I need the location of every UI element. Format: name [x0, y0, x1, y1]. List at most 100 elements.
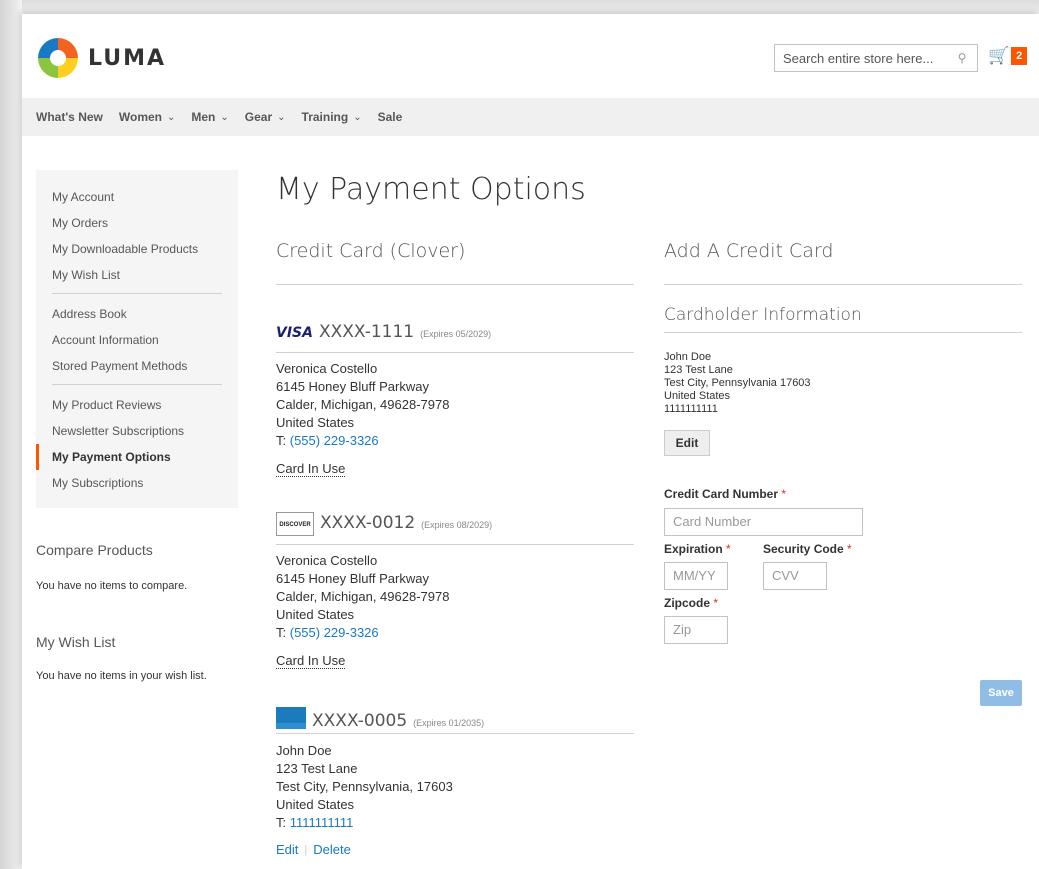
- card-in-use-label[interactable]: Card In Use: [276, 654, 346, 669]
- compare-products-title: Compare Products: [36, 542, 153, 558]
- account-nav-product-reviews[interactable]: My Product Reviews: [36, 392, 238, 418]
- compare-empty-text: You have no items to compare.: [36, 580, 188, 592]
- account-nav-newsletter[interactable]: Newsletter Subscriptions: [36, 418, 238, 444]
- address-phone-line: T: (555) 229-3326: [276, 432, 449, 450]
- cardholder-name: John Doe: [664, 351, 712, 363]
- window-frame-left: [0, 0, 22, 869]
- cardholder-phone: 1111111111: [664, 403, 718, 415]
- visa-logo-icon: VISA: [276, 325, 313, 341]
- store-logo[interactable]: LUMA: [38, 38, 166, 78]
- card-number-input[interactable]: Card Number: [664, 508, 863, 536]
- phone-prefix: T:: [276, 815, 290, 830]
- expiration-label: Expiration *: [664, 542, 731, 556]
- nav-item-sale[interactable]: Sale: [378, 110, 403, 124]
- search-placeholder: Search entire store here...: [783, 50, 934, 66]
- card-expiry: (Expires 08/2029): [421, 520, 493, 530]
- nav-item-label: Training: [301, 110, 349, 124]
- nav-item-training[interactable]: Training ⌄: [302, 110, 362, 124]
- cardholder-street: 123 Test Lane: [664, 364, 733, 376]
- account-nav-account-information[interactable]: Account Information: [36, 327, 238, 353]
- address-street: 6145 Honey Bluff Parkway: [276, 379, 429, 394]
- address-phone-line: T: 1111111111: [276, 814, 453, 832]
- action-separator: |: [304, 843, 308, 856]
- cardholder-address: John Doe 123 Test Lane Test City, Pennsy…: [664, 351, 811, 416]
- nav-divider: [52, 293, 222, 294]
- nav-item-gear[interactable]: Gear ⌄: [245, 110, 286, 124]
- divider: [276, 544, 634, 545]
- card-number: XXXX-1111: [318, 322, 415, 342]
- chevron-down-icon: ⌄: [353, 111, 362, 123]
- cart-count-badge: 2: [1011, 47, 1028, 65]
- address-phone-line: T: (555) 229-3326: [276, 624, 449, 642]
- cardholder-title: Cardholder Information: [664, 305, 862, 325]
- account-nav-subscriptions[interactable]: My Subscriptions: [36, 470, 238, 496]
- billing-address: Veronica Costello 6145 Honey Bluff Parkw…: [276, 360, 449, 450]
- minicart[interactable]: 🛒 2: [988, 46, 1028, 66]
- address-name: John Doe: [276, 743, 332, 758]
- search-input[interactable]: Search entire store here... ⚲: [774, 44, 978, 72]
- luma-logo-icon: [38, 38, 78, 78]
- card-header: XXXX-0005 (Expires 01/2035): [276, 704, 484, 731]
- address-country: United States: [276, 797, 355, 812]
- page-title: My Payment Options: [276, 172, 586, 207]
- divider: [664, 284, 1022, 285]
- logo-text: LUMA: [88, 45, 167, 71]
- account-nav-payment-options[interactable]: My Payment Options: [36, 444, 238, 470]
- divider: [276, 284, 634, 285]
- account-nav-downloadable-products[interactable]: My Downloadable Products: [36, 236, 238, 262]
- account-navigation: My Account My Orders My Downloadable Pro…: [36, 170, 238, 508]
- delete-card-link[interactable]: Delete: [313, 842, 351, 857]
- nav-item-men[interactable]: Men ⌄: [191, 110, 228, 124]
- card-expiry: (Expires 05/2029): [420, 329, 492, 339]
- nav-item-label: What's New: [36, 110, 103, 124]
- phone-link[interactable]: (555) 229-3326: [290, 625, 379, 640]
- address-city: Calder, Michigan, 49628-7978: [276, 589, 450, 604]
- address-street: 123 Test Lane: [276, 761, 358, 776]
- discover-logo-icon: DISCOVER: [276, 512, 314, 536]
- billing-address: John Doe 123 Test Lane Test City, Pennsy…: [276, 742, 453, 832]
- nav-item-label: Gear: [244, 110, 273, 124]
- nav-item-women[interactable]: Women ⌄: [119, 110, 176, 124]
- cardholder-country: United States: [664, 390, 731, 402]
- search-icon[interactable]: ⚲: [955, 51, 969, 65]
- security-code-input[interactable]: CVV: [763, 562, 827, 590]
- account-nav-wish-list[interactable]: My Wish List: [36, 262, 238, 288]
- account-nav-stored-payment-methods[interactable]: Stored Payment Methods: [36, 353, 238, 379]
- account-nav-address-book[interactable]: Address Book: [36, 301, 238, 327]
- card-expiry: (Expires 01/2035): [413, 718, 485, 728]
- cart-icon[interactable]: 🛒: [988, 46, 1009, 66]
- phone-link[interactable]: (555) 229-3326: [290, 433, 379, 448]
- card-number: XXXX-0005: [312, 711, 408, 731]
- card-number-label: Credit Card Number *: [664, 487, 787, 501]
- address-city: Calder, Michigan, 49628-7978: [276, 397, 450, 412]
- save-card-button[interactable]: Save: [980, 680, 1022, 706]
- card-number: XXXX-0012: [320, 513, 416, 533]
- security-code-label: Security Code *: [763, 542, 852, 556]
- card-actions: Edit | Delete: [276, 842, 351, 857]
- nav-item-whats-new[interactable]: What's New: [36, 110, 103, 124]
- divider: [276, 733, 634, 734]
- address-city: Test City, Pennsylvania, 17603: [276, 779, 453, 794]
- expiration-input[interactable]: MM/YY: [664, 562, 728, 590]
- phone-link[interactable]: 1111111111: [290, 815, 354, 830]
- nav-item-label: Sale: [377, 110, 403, 124]
- wishlist-empty-text: You have no items in your wish list.: [36, 670, 207, 682]
- zipcode-input[interactable]: Zip: [664, 616, 728, 644]
- phone-prefix: T:: [276, 433, 290, 448]
- wishlist-title: My Wish List: [36, 634, 116, 650]
- address-country: United States: [276, 415, 355, 430]
- zipcode-label: Zipcode *: [664, 596, 719, 610]
- divider: [276, 352, 634, 353]
- edit-cardholder-button[interactable]: Edit: [664, 430, 710, 456]
- page: LUMA Search entire store here... ⚲ 🛒 2 W…: [22, 14, 1039, 869]
- edit-card-link[interactable]: Edit: [276, 842, 298, 857]
- phone-prefix: T:: [276, 625, 290, 640]
- saved-cards-title: Credit Card (Clover): [276, 240, 466, 262]
- card-in-use-label[interactable]: Card In Use: [276, 462, 346, 477]
- account-nav-my-account[interactable]: My Account: [36, 184, 238, 210]
- card-header: VISA XXXX-1111 (Expires 05/2029): [276, 322, 491, 342]
- required-mark: *: [726, 542, 731, 556]
- account-nav-my-orders[interactable]: My Orders: [36, 210, 238, 236]
- nav-item-label: Men: [191, 110, 216, 124]
- address-name: Veronica Costello: [276, 553, 378, 568]
